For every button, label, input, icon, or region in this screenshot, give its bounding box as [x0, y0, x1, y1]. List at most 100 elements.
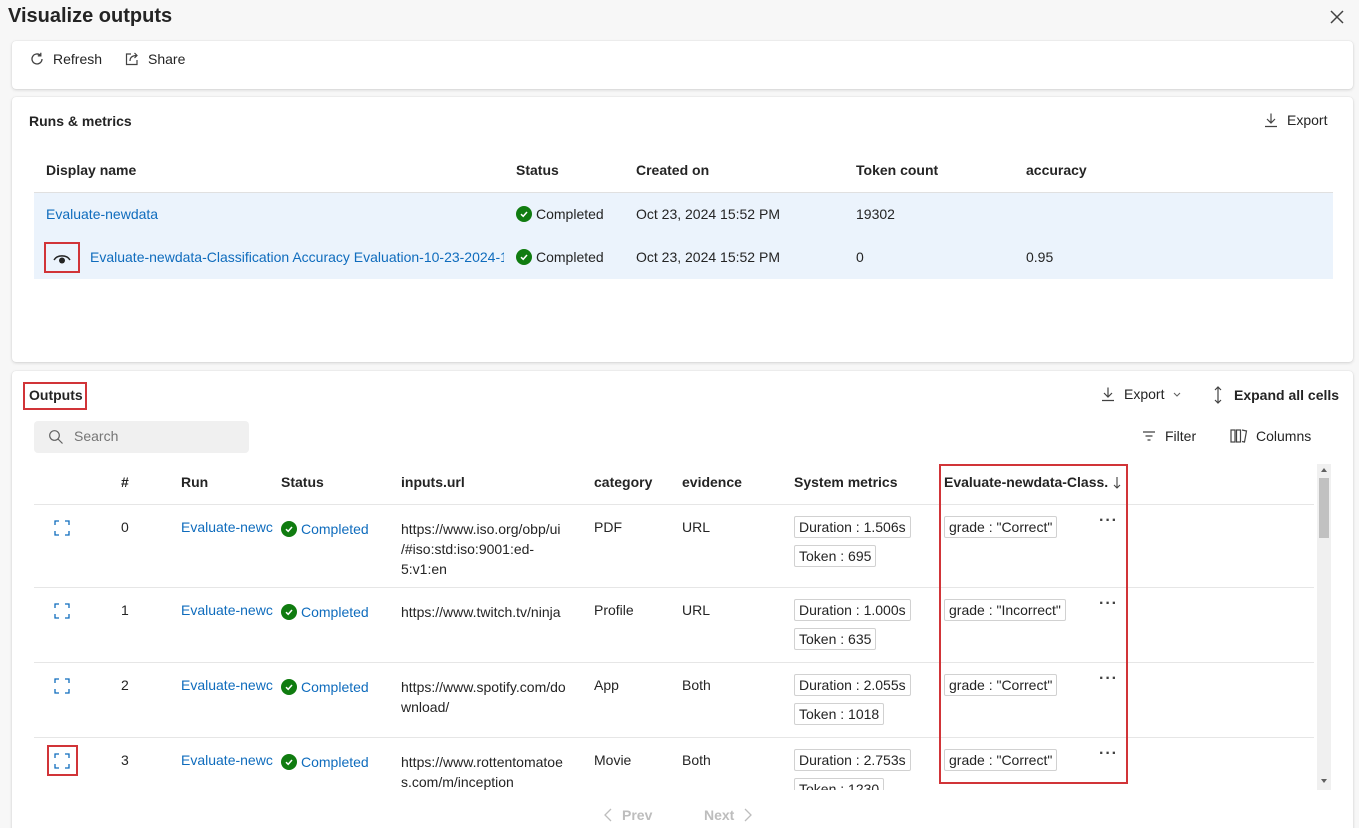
metrics-cell: Duration : 2.055s Token : 1018 [794, 674, 911, 725]
created-on: Oct 23, 2024 15:52 PM [636, 206, 780, 222]
expand-all-cells-button[interactable]: Expand all cells [1210, 386, 1339, 404]
run-link[interactable]: Evaluate-newdata-Classification Accuracy… [90, 249, 504, 265]
next-page-button[interactable]: Next [704, 807, 754, 823]
toolbar-card: Refresh Share [12, 41, 1353, 89]
columns-label: Columns [1256, 428, 1312, 444]
url-cell: https://www.rottentomatoe s.com/m/incept… [401, 752, 563, 790]
col-run[interactable]: Run [181, 474, 208, 490]
search-input[interactable] [74, 428, 239, 444]
col-system-metrics[interactable]: System metrics [794, 474, 898, 490]
row-index: 2 [121, 677, 129, 693]
url-cell: https://www.iso.org/obp/ui /#iso:std:iso… [401, 519, 561, 579]
url-line: https://www.twitch.tv/ninja [401, 604, 561, 620]
success-icon [281, 754, 297, 770]
evidence: Both [682, 677, 711, 693]
expand-vertical-icon [1214, 386, 1222, 404]
url-line: https://www.spotify.com/do [401, 679, 566, 695]
chevron-right-icon [744, 808, 753, 822]
prev-page-button[interactable]: Prev [602, 807, 652, 823]
runs-section-title: Runs & metrics [29, 113, 132, 129]
runs-col-display-name[interactable]: Display name [46, 162, 136, 178]
share-icon [125, 52, 138, 66]
url-line: https://www.rottentomatoe [401, 754, 563, 770]
scrollbar-thumb[interactable] [1319, 478, 1329, 538]
runs-export-button[interactable]: Export [1263, 112, 1327, 128]
status-text[interactable]: Completed [301, 754, 369, 770]
status-text[interactable]: Completed [301, 679, 369, 695]
highlight-box [23, 382, 87, 410]
row-index: 3 [121, 752, 129, 768]
scroll-up-icon[interactable] [1320, 466, 1328, 474]
refresh-icon [31, 52, 43, 65]
close-icon[interactable] [1326, 6, 1348, 28]
search-box[interactable] [34, 421, 249, 453]
highlight-box [47, 745, 78, 776]
share-button[interactable]: Share [124, 51, 185, 67]
panel-title: Visualize outputs [8, 5, 173, 27]
duration-tag: Duration : 1.506s [794, 516, 911, 538]
token-tag: Token : 1230 [794, 778, 885, 790]
col-inputs-url[interactable]: inputs.url [401, 474, 465, 490]
filter-button[interactable]: Filter [1141, 428, 1196, 444]
url-line: 5:v1:en [401, 561, 447, 577]
status-cell: Completed [281, 679, 369, 695]
prev-label: Prev [622, 807, 653, 823]
duration-tag: Duration : 1.000s [794, 599, 911, 621]
success-icon [516, 249, 532, 265]
run-link[interactable]: Evaluate-newc [181, 602, 273, 618]
run-link[interactable]: Evaluate-newc [181, 519, 273, 535]
token-tag: Token : 1018 [794, 703, 885, 725]
status-text: Completed [536, 249, 604, 265]
category: Movie [594, 752, 632, 768]
next-label: Next [704, 807, 735, 823]
highlight-box [939, 464, 1128, 784]
row-index: 1 [121, 602, 129, 618]
status-cell: Completed [516, 249, 604, 265]
run-link[interactable]: Evaluate-newdata [46, 206, 158, 222]
status-cell: Completed [281, 754, 369, 770]
scroll-down-icon[interactable] [1320, 777, 1328, 785]
col-category[interactable]: category [594, 474, 652, 490]
token-count: 19302 [856, 206, 895, 222]
status-cell: Completed [516, 206, 604, 222]
runs-col-token-count[interactable]: Token count [856, 162, 938, 178]
scrollbar[interactable] [1317, 464, 1331, 790]
url-cell: https://www.twitch.tv/ninja [401, 602, 561, 622]
runs-col-status[interactable]: Status [516, 162, 559, 178]
token-count: 0 [856, 249, 864, 265]
columns-icon [1230, 429, 1248, 443]
refresh-button[interactable]: Refresh [29, 51, 102, 67]
filter-icon [1143, 431, 1155, 441]
run-link[interactable]: Evaluate-newc [181, 752, 273, 768]
duration-tag: Duration : 2.055s [794, 674, 911, 696]
runs-export-label: Export [1287, 112, 1328, 128]
created-on: Oct 23, 2024 15:52 PM [636, 249, 780, 265]
download-icon [1102, 387, 1114, 402]
accuracy: 0.95 [1026, 249, 1054, 265]
token-tag: Token : 635 [794, 628, 877, 650]
columns-button[interactable]: Columns [1230, 428, 1311, 444]
duration-tag: Duration : 2.753s [794, 749, 911, 771]
runs-col-created-on[interactable]: Created on [636, 162, 709, 178]
row-index: 0 [121, 519, 129, 535]
expand-icon[interactable] [54, 603, 70, 619]
expand-icon[interactable] [54, 520, 70, 536]
success-icon [281, 521, 297, 537]
success-icon [516, 206, 532, 222]
outputs-export-button[interactable]: Export [1100, 386, 1182, 402]
runs-col-accuracy[interactable]: accuracy [1026, 162, 1087, 178]
token-tag: Token : 695 [794, 545, 877, 567]
status-text[interactable]: Completed [301, 521, 369, 537]
expand-icon[interactable] [54, 678, 70, 694]
col-status[interactable]: Status [281, 474, 324, 490]
status-text[interactable]: Completed [301, 604, 369, 620]
col-index[interactable]: # [121, 474, 129, 490]
col-evidence[interactable]: evidence [682, 474, 742, 490]
metrics-cell: Duration : 1.000s Token : 635 [794, 599, 911, 650]
chevron-down-icon [1174, 392, 1181, 397]
url-line: https://www.iso.org/obp/ui [401, 521, 561, 537]
search-icon [49, 430, 63, 444]
run-link[interactable]: Evaluate-newc [181, 677, 273, 693]
filter-label: Filter [1165, 428, 1197, 444]
status-cell: Completed [281, 521, 369, 537]
